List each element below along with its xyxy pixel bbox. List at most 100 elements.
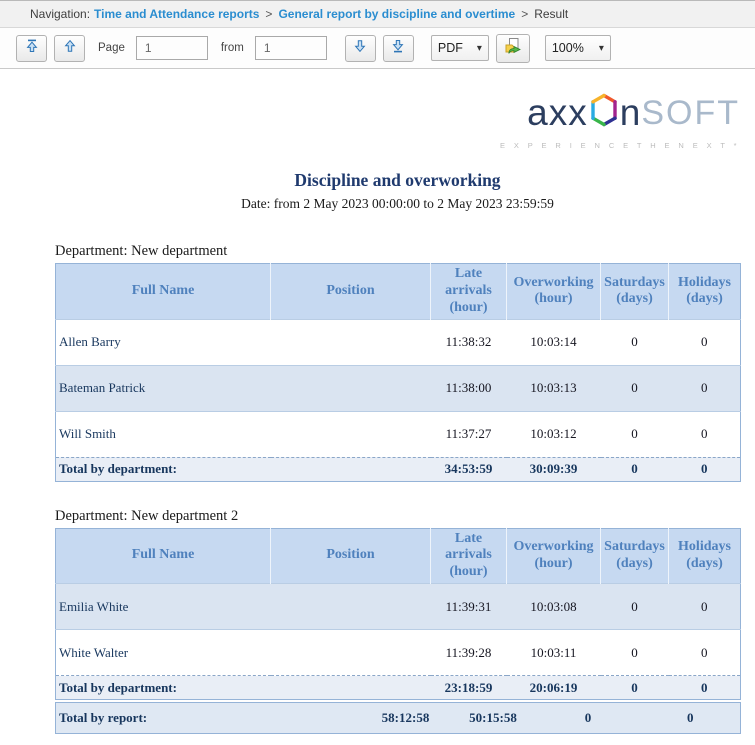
cell-late-arrivals: 11:39:28 — [431, 630, 507, 676]
department-table-2: Full Name Position Late arrivals (hour) … — [55, 528, 741, 700]
column-header-position: Position — [271, 264, 431, 319]
breadcrumb-link-general-report[interactable]: General report by discipline and overtim… — [278, 7, 515, 21]
cell-overworking: 10:03:12 — [507, 411, 601, 457]
cell-full-name: Bateman Patrick — [56, 365, 271, 411]
cell-full-name: Will Smith — [56, 411, 271, 457]
cell-position — [271, 584, 431, 630]
breadcrumb-link-time-attendance[interactable]: Time and Attendance reports — [94, 7, 259, 21]
column-header-late-arrivals: Late arrivals (hour) — [431, 528, 507, 583]
cell-position — [271, 630, 431, 676]
total-late-arrivals: 23:18:59 — [431, 676, 507, 700]
cell-holidays: 0 — [669, 584, 741, 630]
next-page-button[interactable] — [345, 35, 376, 62]
logo-tagline: E X P E R I E N C E T H E N E X T * — [500, 141, 740, 150]
total-pages-input[interactable] — [255, 36, 327, 60]
cell-position — [271, 365, 431, 411]
next-page-icon — [352, 38, 368, 59]
hexagon-logo-icon — [589, 93, 619, 132]
report-total-label: Total by report: — [56, 703, 361, 734]
cell-late-arrivals: 11:38:32 — [431, 319, 507, 365]
logo-text-n: n — [620, 94, 642, 131]
cell-overworking: 10:03:14 — [507, 319, 601, 365]
total-overworking: 30:09:39 — [507, 457, 601, 481]
cell-overworking: 10:03:11 — [507, 630, 601, 676]
column-header-overworking: Overworking (hour) — [507, 528, 601, 583]
total-holidays: 0 — [669, 457, 741, 481]
table-row: Allen Barry 11:38:32 10:03:14 0 0 — [56, 319, 741, 365]
report-viewer: axx n SOFT E X — [0, 69, 755, 734]
last-page-button[interactable] — [383, 35, 414, 62]
cell-saturdays: 0 — [601, 411, 669, 457]
cell-holidays: 0 — [669, 319, 741, 365]
first-page-button[interactable] — [16, 35, 47, 62]
page-label: Page — [98, 42, 125, 54]
cell-full-name: White Walter — [56, 630, 271, 676]
column-header-full-name: Full Name — [56, 528, 271, 583]
column-header-overworking: Overworking (hour) — [507, 264, 601, 319]
export-button[interactable] — [496, 34, 530, 63]
cell-holidays: 0 — [669, 630, 741, 676]
report-total-late-arrivals: 58:12:58 — [361, 703, 451, 734]
report-date-range: Date: from 2 May 2023 00:00:00 to 2 May … — [208, 195, 588, 213]
from-label: from — [221, 42, 244, 54]
zoom-level-select[interactable]: 100% ▾ — [545, 35, 611, 61]
table-row: Emilia White 11:39:31 10:03:08 0 0 — [56, 584, 741, 630]
breadcrumb-separator: > — [265, 7, 272, 21]
logo-text-soft: SOFT — [641, 96, 740, 130]
cell-overworking: 10:03:13 — [507, 365, 601, 411]
total-late-arrivals: 34:53:59 — [431, 457, 507, 481]
cell-position — [271, 411, 431, 457]
cell-saturdays: 0 — [601, 319, 669, 365]
table-row: Will Smith 11:37:27 10:03:12 0 0 — [56, 411, 741, 457]
logo-text-axx: axx — [527, 94, 588, 131]
breadcrumb-separator: > — [521, 7, 528, 21]
report-toolbar: Page from PDF ▾ 100% ▾ — [0, 28, 755, 69]
table-row: Bateman Patrick 11:38:00 10:03:13 0 0 — [56, 365, 741, 411]
cell-holidays: 0 — [669, 411, 741, 457]
cell-overworking: 10:03:08 — [507, 584, 601, 630]
export-icon — [503, 37, 523, 60]
department-table-1: Full Name Position Late arrivals (hour) … — [55, 263, 741, 481]
cell-saturdays: 0 — [601, 365, 669, 411]
column-header-saturdays: Saturdays (days) — [601, 528, 669, 583]
page-number-input[interactable] — [136, 36, 208, 60]
cell-full-name: Emilia White — [56, 584, 271, 630]
breadcrumb-prefix: Navigation: — [30, 7, 90, 21]
axxonsoft-logo: axx n SOFT E X — [55, 93, 740, 150]
total-saturdays: 0 — [601, 457, 669, 481]
column-header-holidays: Holidays (days) — [669, 264, 741, 319]
export-format-select[interactable]: PDF ▾ — [431, 35, 489, 61]
cell-late-arrivals: 11:37:27 — [431, 411, 507, 457]
export-format-value: PDF — [438, 41, 463, 55]
breadcrumb: Navigation: Time and Attendance reports … — [0, 0, 755, 28]
previous-page-icon — [62, 38, 78, 59]
department-label: Department: New department — [55, 243, 740, 260]
table-row: White Walter 11:39:28 10:03:11 0 0 — [56, 630, 741, 676]
cell-late-arrivals: 11:38:00 — [431, 365, 507, 411]
column-header-holidays: Holidays (days) — [669, 528, 741, 583]
cell-position — [271, 319, 431, 365]
zoom-level-value: 100% — [552, 41, 584, 55]
chevron-down-icon: ▾ — [599, 43, 604, 54]
last-page-icon — [390, 38, 406, 59]
report-total-saturdays: 0 — [536, 703, 641, 734]
total-saturdays: 0 — [601, 676, 669, 700]
total-label: Total by department: — [56, 676, 431, 700]
report-title: Discipline and overworking — [55, 170, 740, 191]
column-header-saturdays: Saturdays (days) — [601, 264, 669, 319]
cell-saturdays: 0 — [601, 584, 669, 630]
first-page-icon — [24, 38, 40, 59]
cell-late-arrivals: 11:39:31 — [431, 584, 507, 630]
report-total-overworking: 50:15:58 — [451, 703, 536, 734]
total-overworking: 20:06:19 — [507, 676, 601, 700]
table-header-row: Full Name Position Late arrivals (hour) … — [56, 528, 741, 583]
column-header-position: Position — [271, 528, 431, 583]
chevron-down-icon: ▾ — [477, 43, 482, 54]
table-header-row: Full Name Position Late arrivals (hour) … — [56, 264, 741, 319]
cell-holidays: 0 — [669, 365, 741, 411]
department-label: Department: New department 2 — [55, 508, 740, 525]
department-total-row: Total by department: 34:53:59 30:09:39 0… — [56, 457, 741, 481]
previous-page-button[interactable] — [54, 35, 85, 62]
cell-full-name: Allen Barry — [56, 319, 271, 365]
department-total-row: Total by department: 23:18:59 20:06:19 0… — [56, 676, 741, 700]
